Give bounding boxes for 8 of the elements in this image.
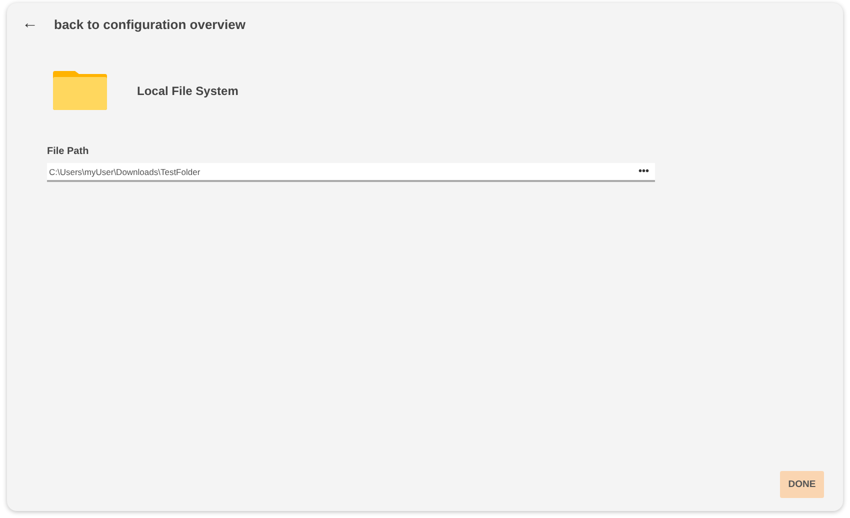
done-button[interactable]: DONE — [780, 471, 824, 498]
browse-button[interactable]: ••• — [638, 166, 649, 177]
file-path-field[interactable]: C:\Users\myUser\Downloads\TestFolder ••• — [47, 163, 655, 182]
field-label: File Path — [47, 146, 90, 157]
folder-icon — [53, 71, 107, 110]
source-title: Local File System — [137, 84, 238, 98]
back-button[interactable]: ← — [20, 16, 40, 32]
back-link-title: back to configuration overview — [54, 16, 246, 32]
